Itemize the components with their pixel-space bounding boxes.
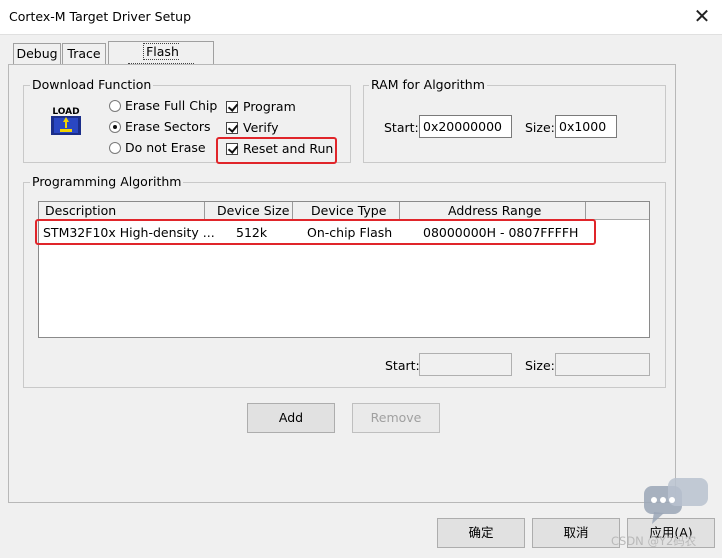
- tab-flash-download[interactable]: Flash Download: [108, 41, 214, 80]
- radio-erase-full-chip[interactable]: [109, 100, 121, 112]
- tab-label: Trace: [67, 46, 101, 61]
- algo-size-input[interactable]: [555, 353, 650, 376]
- column-address-range[interactable]: Address Range: [400, 202, 586, 220]
- tab-label: Debug: [16, 46, 58, 61]
- radio-erase-sectors[interactable]: [109, 121, 121, 133]
- download-function-legend: Download Function: [30, 77, 154, 92]
- tab-debug[interactable]: Debug: [13, 43, 61, 65]
- title-bar: Cortex-M Target Driver Setup ✕: [0, 0, 722, 34]
- checkbox-label: Verify: [243, 120, 279, 135]
- ram-start-input[interactable]: [419, 115, 512, 138]
- window-title: Cortex-M Target Driver Setup: [9, 9, 192, 24]
- list-header: Description Device Size Device Type Addr…: [39, 202, 649, 220]
- programming-algorithm-legend: Programming Algorithm: [30, 174, 184, 189]
- radio-do-not-erase[interactable]: [109, 142, 121, 154]
- remove-button[interactable]: Remove: [352, 403, 440, 433]
- chat-bubble-icon: [644, 478, 708, 524]
- radio-label: Erase Full Chip: [125, 98, 218, 113]
- ram-start-label: Start:: [384, 120, 419, 135]
- radio-label: Erase Sectors: [125, 119, 211, 134]
- load-icon-text: LOAD: [52, 107, 79, 117]
- column-device-size[interactable]: Device Size: [205, 202, 293, 220]
- algo-start-input[interactable]: [419, 353, 512, 376]
- tab-trace[interactable]: Trace: [62, 43, 106, 65]
- highlight-box-algorithm-row: [35, 219, 596, 245]
- close-icon[interactable]: ✕: [690, 4, 714, 28]
- load-icon: LOAD: [51, 107, 81, 135]
- add-button[interactable]: Add: [247, 403, 335, 433]
- checkbox-verify[interactable]: [226, 122, 238, 134]
- highlight-box-reset-and-run: [216, 137, 337, 164]
- radio-label: Do not Erase: [125, 140, 206, 155]
- algo-start-label: Start:: [385, 358, 420, 373]
- ok-button[interactable]: 确定: [437, 518, 525, 548]
- cancel-button[interactable]: 取消: [532, 518, 620, 548]
- checkbox-label: Program: [243, 99, 296, 114]
- watermark-text: CSDN @Y2码农: [611, 534, 697, 548]
- ram-for-algorithm-legend: RAM for Algorithm: [369, 77, 487, 92]
- ram-size-label: Size:: [525, 120, 555, 135]
- checkbox-program[interactable]: [226, 101, 238, 113]
- algo-size-label: Size:: [525, 358, 555, 373]
- ram-size-input[interactable]: [555, 115, 617, 138]
- column-device-type[interactable]: Device Type: [293, 202, 400, 220]
- column-description[interactable]: Description: [39, 202, 205, 220]
